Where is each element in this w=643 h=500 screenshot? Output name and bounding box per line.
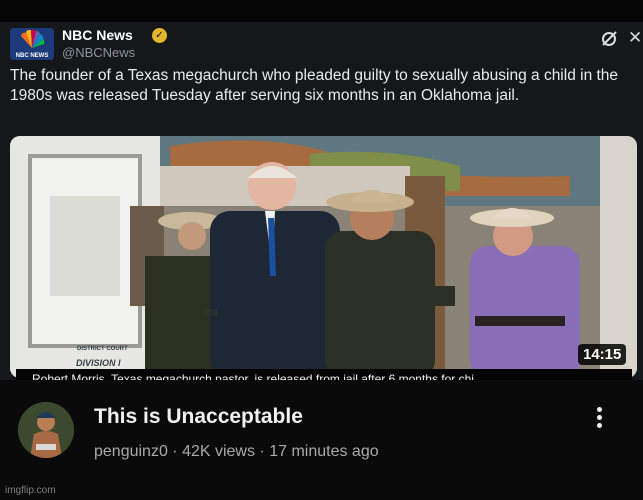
kebab-menu-icon[interactable] bbox=[590, 404, 608, 436]
tweet-text: The founder of a Texas megachurch who pl… bbox=[10, 67, 619, 104]
news-photo: 303 DISTRICT COURT DIVISION I bbox=[10, 136, 637, 378]
more-icon: ✕ bbox=[628, 28, 643, 47]
duration-badge: 14:15 bbox=[578, 344, 627, 365]
video-meta: penguinz0 · 42K views · 17 minutes ago bbox=[94, 443, 379, 460]
sign-small-text: DISTRICT COURT bbox=[77, 346, 128, 352]
video-title[interactable]: This is Unacceptable bbox=[94, 405, 303, 429]
channel-avatar[interactable] bbox=[18, 402, 74, 458]
account-name: NBC News bbox=[62, 27, 133, 43]
nbc-peacock-icon: NBC NEWS bbox=[10, 28, 54, 60]
grok-icon bbox=[602, 31, 617, 46]
photo-caption: Robert Morris, Texas megachurch pastor, … bbox=[16, 369, 632, 380]
tweet-header: NBC NEWS NBC News ✓ @NBCNews ✕ bbox=[10, 26, 642, 62]
logo-text: NBC NEWS bbox=[15, 53, 49, 59]
sign-division: DIVISION I bbox=[76, 358, 121, 368]
avatar-icon bbox=[18, 402, 74, 458]
top-band bbox=[0, 0, 643, 22]
video-thumbnail[interactable]: NBC NEWS NBC News ✓ @NBCNews ✕ The found… bbox=[0, 22, 643, 380]
door-number: 303 bbox=[203, 308, 219, 318]
verified-badge-icon: ✓ bbox=[152, 28, 167, 43]
watermark: imgflip.com bbox=[5, 485, 56, 496]
account-handle: @NBCNews bbox=[62, 45, 136, 60]
